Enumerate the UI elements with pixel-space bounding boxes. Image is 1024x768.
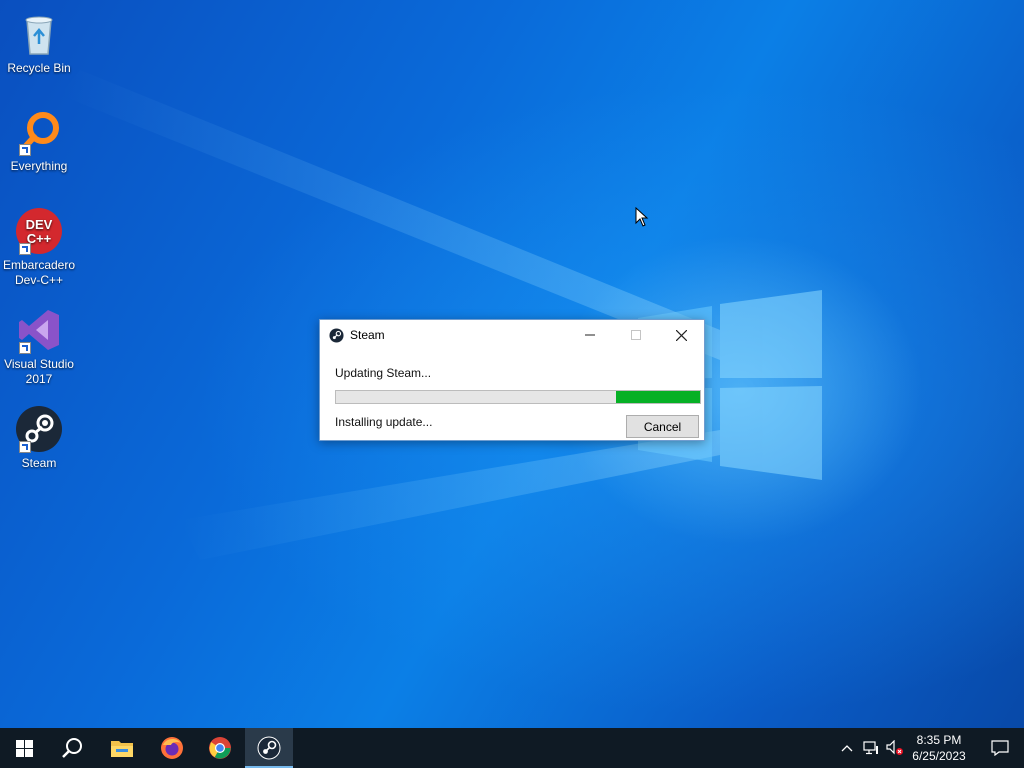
maximize-button: [613, 320, 659, 350]
detail-text: Installing update...: [335, 415, 433, 429]
desktop-icon-label: Visual Studio 2017: [4, 357, 74, 386]
desktop-icon-visual-studio[interactable]: Visual Studio 2017: [0, 302, 78, 387]
network-icon: [863, 741, 878, 755]
taskbar-search-button[interactable]: [48, 728, 96, 768]
devcpp-icon: DEV C++: [15, 207, 63, 255]
steam-icon: [15, 405, 63, 453]
desktop-icon-label: Recycle Bin: [7, 61, 71, 75]
chevron-up-icon: [841, 745, 853, 752]
tray-overflow-button[interactable]: [836, 728, 858, 768]
maximize-icon: [631, 330, 641, 340]
windows-start-icon: [15, 739, 33, 757]
minimize-icon: [585, 334, 595, 336]
taskbar-firefox[interactable]: [148, 728, 196, 768]
shortcut-arrow-icon: [19, 144, 31, 156]
svg-text:DEV: DEV: [26, 217, 53, 232]
desktop: Recycle Bin Everything DEV C++ Embarcade…: [0, 0, 1024, 728]
firefox-icon: [161, 737, 183, 759]
cancel-button[interactable]: Cancel: [626, 415, 699, 438]
desktop-icon-label: Embarcadero Dev-C++: [2, 258, 76, 287]
chrome-icon: [209, 737, 231, 759]
shortcut-arrow-icon: [19, 441, 31, 453]
desktop-icon-steam[interactable]: Steam: [0, 401, 78, 471]
search-icon: [62, 738, 82, 758]
taskbar-steam[interactable]: [245, 728, 293, 768]
minimize-button[interactable]: [567, 320, 613, 350]
mouse-cursor-icon: [635, 207, 649, 227]
notifications-icon: [991, 740, 1009, 756]
everything-search-icon: [15, 108, 63, 156]
status-text: Updating Steam...: [335, 366, 432, 380]
tray-network-button[interactable]: [860, 728, 882, 768]
close-icon: [675, 329, 687, 341]
steam-icon: [329, 328, 344, 343]
dialog-title: Steam: [350, 328, 385, 342]
clock-date: 6/25/2023: [912, 749, 966, 763]
desktop-icon-label: Everything: [10, 159, 68, 173]
taskbar-file-explorer[interactable]: [98, 728, 146, 768]
update-progress-bar: [335, 390, 701, 404]
dialog-titlebar[interactable]: Steam: [320, 320, 704, 350]
steam-icon: [257, 736, 281, 760]
visual-studio-icon: [15, 306, 63, 354]
taskbar: 8:35 PM 6/25/2023: [0, 728, 1024, 768]
recycle-bin-icon: [15, 10, 63, 58]
close-button[interactable]: [658, 320, 704, 350]
shortcut-arrow-icon: [19, 243, 31, 255]
clock-time: 8:35 PM: [916, 733, 962, 747]
desktop-icon-label: Steam: [21, 456, 57, 470]
taskbar-chrome[interactable]: [196, 728, 244, 768]
steam-update-dialog: Steam Updating Steam... Installing updat…: [319, 319, 705, 441]
desktop-icon-recycle-bin[interactable]: Recycle Bin: [0, 6, 78, 76]
shortcut-arrow-icon: [19, 342, 31, 354]
desktop-icon-devcpp[interactable]: DEV C++ Embarcadero Dev-C++: [0, 203, 78, 288]
taskbar-clock[interactable]: 8:35 PM 6/25/2023: [900, 732, 978, 764]
start-button[interactable]: [0, 728, 48, 768]
action-center-button[interactable]: [976, 728, 1024, 768]
desktop-icon-everything[interactable]: Everything: [0, 104, 78, 174]
file-explorer-icon: [111, 741, 133, 757]
progress-fill: [616, 391, 700, 403]
